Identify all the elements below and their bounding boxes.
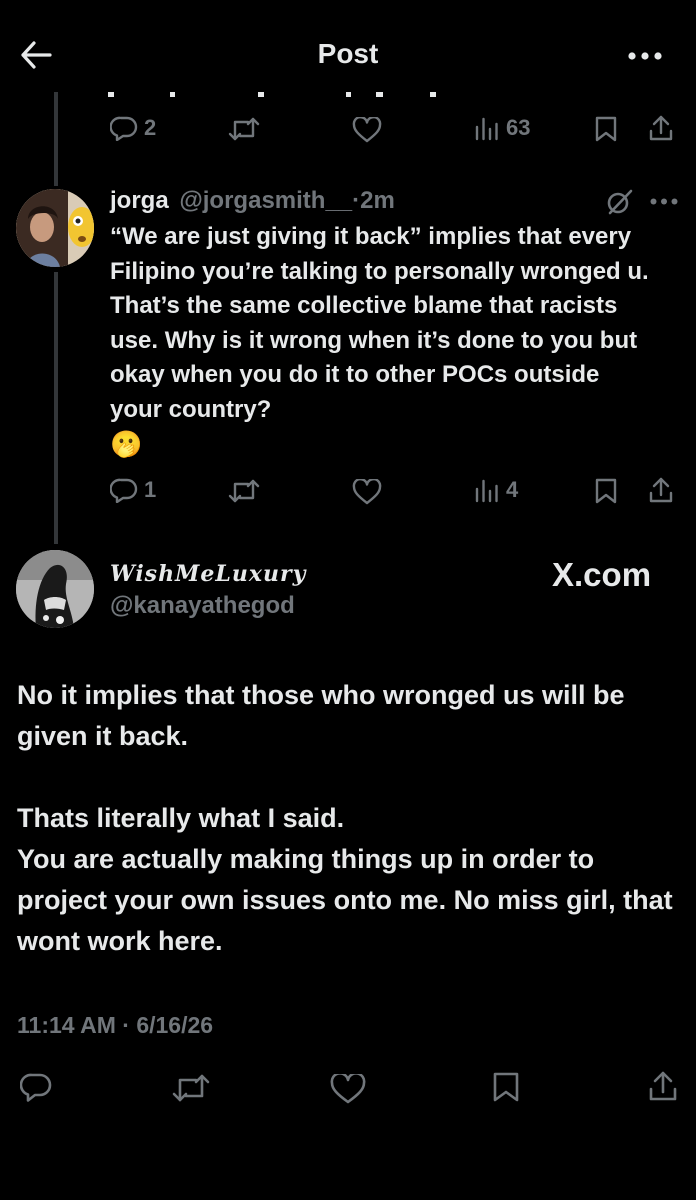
reply-header: jorga @jorgasmith__·2m [110, 187, 395, 215]
grok-icon[interactable] [605, 188, 633, 216]
thread-line-top [54, 92, 58, 186]
bookmark-button[interactable] [594, 116, 618, 142]
retweet-button[interactable] [172, 1073, 210, 1103]
header: Post [0, 0, 696, 108]
post-timestamp[interactable]: 11:14 AM · 6/16/26 [17, 1012, 213, 1039]
views-icon [474, 115, 500, 141]
tweet-text: “We are just giving it back” implies tha… [110, 220, 658, 464]
like-button[interactable] [330, 1074, 366, 1104]
post-paragraph-2-line-2: You are actually making things up in ord… [17, 844, 673, 956]
avatar[interactable] [16, 550, 94, 628]
face-with-hand-emoji: 🫢 [110, 429, 143, 459]
heart-icon [330, 1074, 366, 1104]
share-button[interactable] [648, 476, 674, 504]
clipped-text-remnant [108, 92, 448, 100]
retweet-button[interactable] [228, 478, 260, 504]
retweet-icon [172, 1073, 210, 1103]
views-count: 4 [506, 477, 519, 502]
reply-icon [110, 115, 138, 141]
reply-button[interactable] [20, 1072, 52, 1102]
thread-line-reply [54, 272, 58, 544]
bookmark-button[interactable] [492, 1072, 520, 1102]
heart-icon [352, 117, 382, 143]
heart-icon [352, 479, 382, 505]
avatar[interactable] [16, 189, 94, 267]
views-icon [474, 477, 500, 503]
like-button[interactable] [352, 479, 382, 505]
retweet-icon [228, 478, 260, 504]
user-handle[interactable]: @jorgasmith__ [179, 187, 352, 214]
bookmark-icon [492, 1072, 520, 1102]
tweet-body: “We are just giving it back” implies tha… [110, 223, 649, 423]
reply-count: 1 [144, 477, 157, 502]
display-name[interactable]: WishMeLuxury [110, 561, 306, 587]
post-text: No it implies that those who wronged us … [17, 675, 682, 962]
page-title: Post [317, 38, 379, 69]
bookmark-icon [594, 116, 618, 142]
retweet-icon [228, 116, 260, 142]
views-count: 63 [506, 115, 531, 140]
post-paragraph-1: No it implies that those who wronged us … [17, 680, 625, 751]
separator-dot: · [352, 187, 361, 214]
views-button[interactable]: 4 [474, 477, 518, 503]
share-icon [648, 1070, 678, 1102]
post-date: 6/16/26 [136, 1012, 214, 1038]
post-paragraph-2-line-1: Thats literally what I said. [17, 803, 345, 833]
display-name[interactable]: jorga [110, 187, 169, 214]
x-watermark: X.com [552, 556, 652, 593]
separator-dot: · [122, 1012, 130, 1038]
retweet-button[interactable] [228, 116, 260, 142]
tweet-more-icon[interactable] [650, 198, 678, 205]
share-icon [648, 114, 674, 142]
reply-count: 2 [144, 115, 157, 140]
like-button[interactable] [352, 117, 382, 143]
reply-button[interactable]: 1 [110, 477, 156, 503]
user-handle[interactable]: @kanayathegod [110, 592, 295, 620]
timestamp[interactable]: 2m [360, 187, 395, 214]
reply-icon [20, 1072, 52, 1102]
reply-button[interactable]: 2 [110, 115, 156, 141]
share-button[interactable] [648, 1070, 678, 1102]
share-button[interactable] [648, 114, 674, 142]
reply-icon [110, 477, 138, 503]
views-button[interactable]: 63 [474, 115, 530, 141]
share-icon [648, 476, 674, 504]
post-time: 11:14 AM [17, 1012, 116, 1038]
more-options-icon[interactable] [628, 52, 662, 60]
bookmark-button[interactable] [594, 478, 618, 504]
bookmark-icon [594, 478, 618, 504]
